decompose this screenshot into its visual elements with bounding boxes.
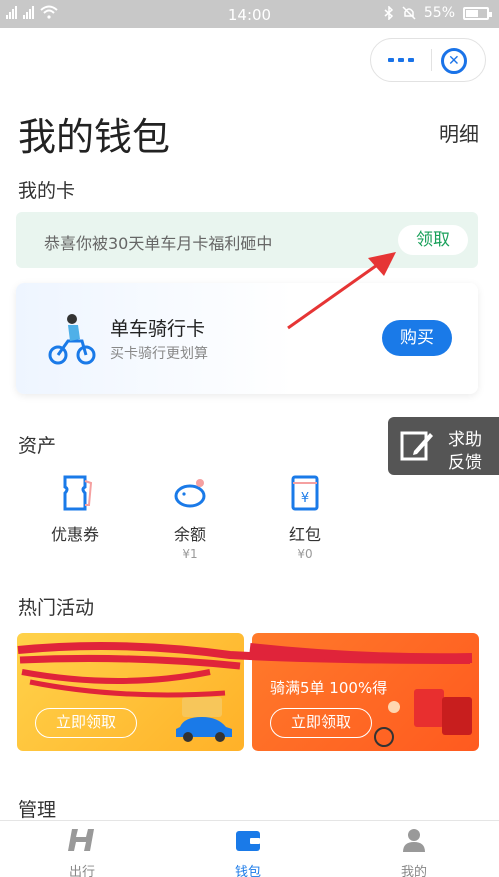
close-target-icon[interactable]: ✕ (441, 48, 467, 74)
detail-link[interactable]: 明细 (439, 118, 479, 147)
ride-card-title: 单车骑行卡 (110, 318, 206, 340)
tab-label: 我的 (400, 865, 427, 877)
promo-banner[interactable]: 恭喜你被30天单车月卡福利砸中 领取 (16, 212, 478, 268)
asset-label: 红包 (288, 525, 321, 544)
bluetooth-icon (384, 6, 393, 20)
feedback-line2: 反馈 (448, 453, 482, 473)
buy-button[interactable]: 购买 (382, 320, 452, 356)
status-bar: 14:00 55% (0, 0, 499, 28)
status-right: 55% (384, 5, 492, 21)
battery-percent: 55% (423, 5, 455, 21)
red-envelope-illustration (374, 689, 472, 747)
tab-bar: 出行 钱包 我的 (0, 820, 499, 877)
tab-label: 出行 (68, 865, 95, 877)
asset-balance[interactable]: 余额 ¥1 (145, 473, 235, 561)
coupon-icon (63, 475, 93, 511)
feedback-line1: 求助 (448, 430, 482, 450)
activity-card[interactable]: 立即领取 (17, 633, 244, 751)
tab-travel[interactable]: 出行 (42, 827, 122, 877)
ride-card[interactable]: 单车骑行卡 买卡骑行更划算 购买 (16, 283, 478, 394)
alarm-off-icon (402, 6, 416, 20)
bike-rider-icon (48, 314, 96, 365)
car-illustration (176, 697, 232, 742)
svg-text:¥: ¥ (301, 491, 309, 506)
ride-card-subtitle: 买卡骑行更划算 (110, 346, 208, 362)
asset-red-envelope[interactable]: ¥ 红包 ¥0 (260, 473, 350, 561)
asset-label: 余额 (173, 525, 206, 544)
activities-title: 热门活动 (18, 597, 95, 619)
asset-value: ¥0 (297, 547, 313, 561)
more-icon[interactable] (371, 39, 431, 81)
activity-card[interactable]: 骑满5单 100%得 立即领取 (252, 633, 479, 751)
asset-label: 优惠券 (50, 525, 99, 544)
tab-label: 钱包 (234, 865, 261, 877)
claim-now-button[interactable]: 立即领取 (35, 708, 137, 738)
help-feedback-button[interactable]: 求助 反馈 (388, 417, 499, 475)
assets-title: 资产 (18, 435, 57, 457)
red-envelope-icon: ¥ (291, 475, 319, 511)
asset-value: ¥1 (182, 547, 198, 561)
user-icon (403, 829, 425, 852)
capsule-divider (431, 49, 432, 71)
claim-button[interactable]: 领取 (398, 225, 468, 255)
edit-icon (400, 431, 433, 461)
piggy-bank-icon (174, 479, 206, 508)
activity-subtitle: 骑满5单 100%得 (270, 679, 388, 697)
manage-title: 管理 (18, 799, 57, 821)
my-cards-title: 我的卡 (18, 180, 76, 202)
wallet-icon (236, 831, 260, 851)
promo-text: 恭喜你被30天单车月卡福利砸中 (44, 234, 273, 253)
tab-wallet[interactable]: 钱包 (208, 827, 288, 877)
mini-program-capsule: ✕ (370, 38, 486, 82)
battery-icon (463, 6, 492, 20)
claim-now-button[interactable]: 立即领取 (270, 708, 372, 738)
tab-mine[interactable]: 我的 (374, 827, 454, 877)
asset-coupon[interactable]: 优惠券 (30, 473, 120, 545)
hello-logo-icon (68, 829, 94, 851)
page-title: 我的钱包 (18, 115, 171, 159)
